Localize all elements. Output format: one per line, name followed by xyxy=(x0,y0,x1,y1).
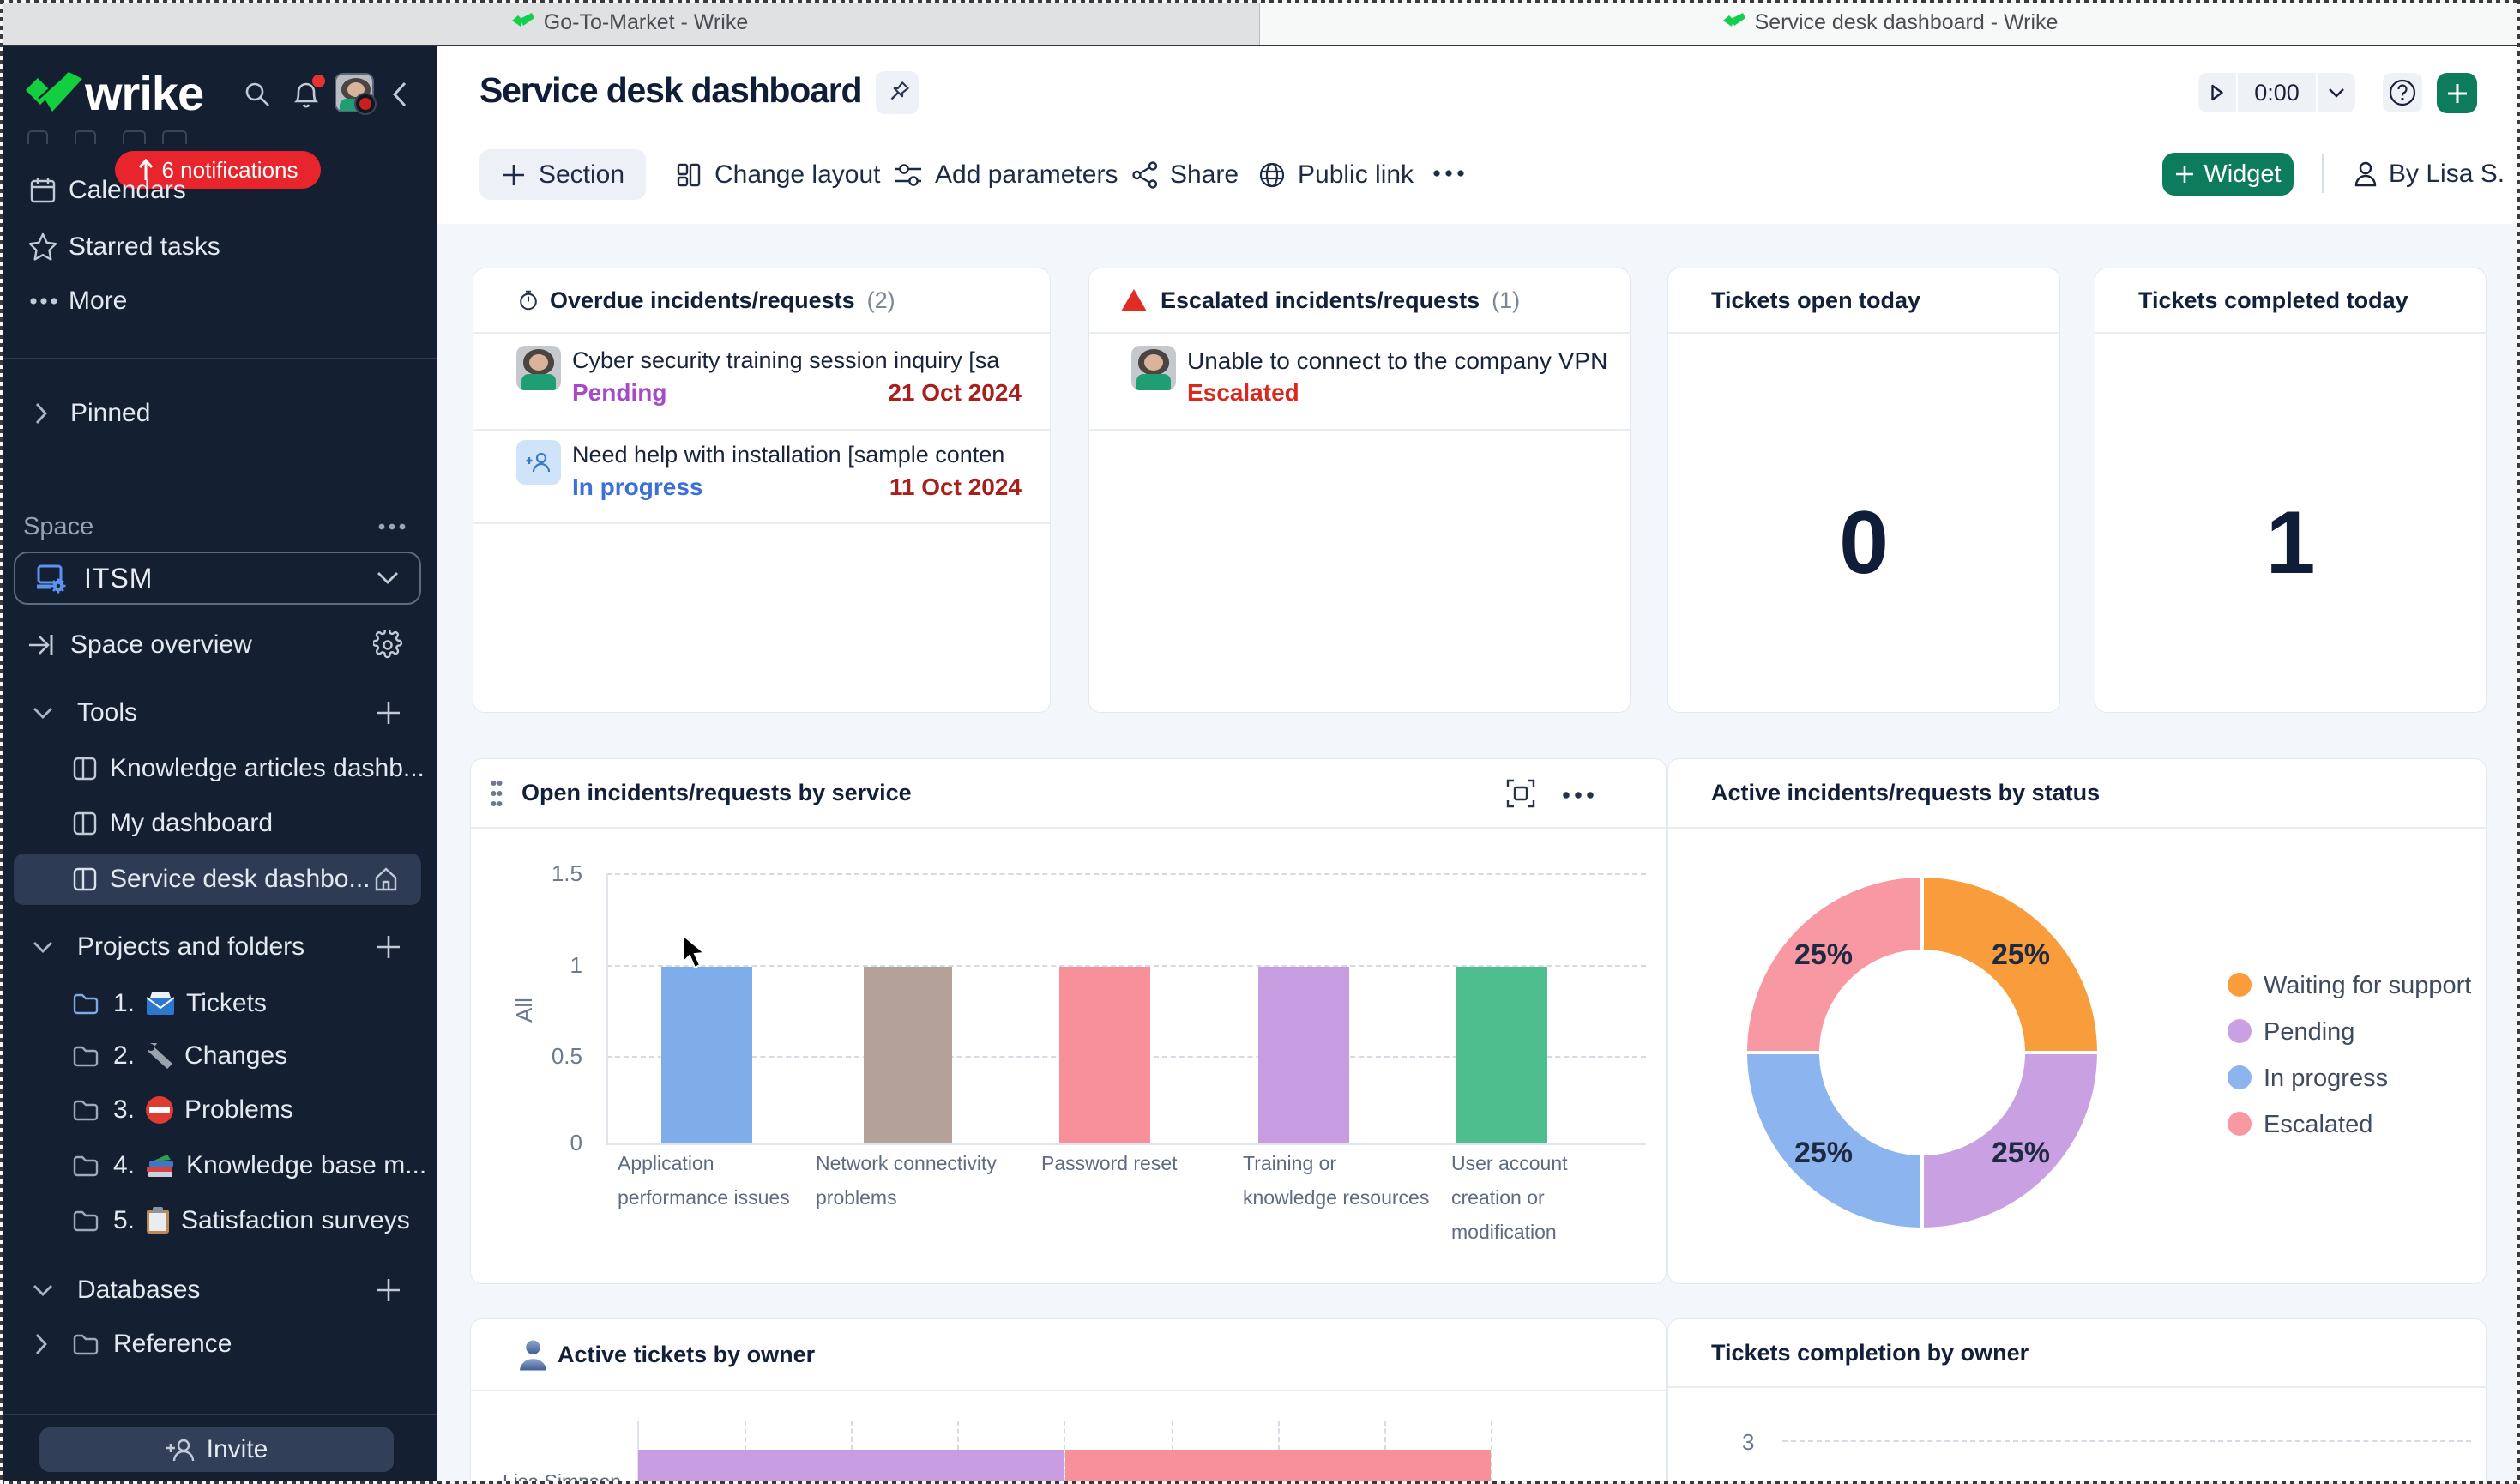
svg-text:25%: 25% xyxy=(1992,938,2050,971)
svg-text:25%: 25% xyxy=(1794,1137,1853,1169)
svg-text:25%: 25% xyxy=(1992,1137,2050,1169)
svg-text:25%: 25% xyxy=(1794,938,1853,971)
